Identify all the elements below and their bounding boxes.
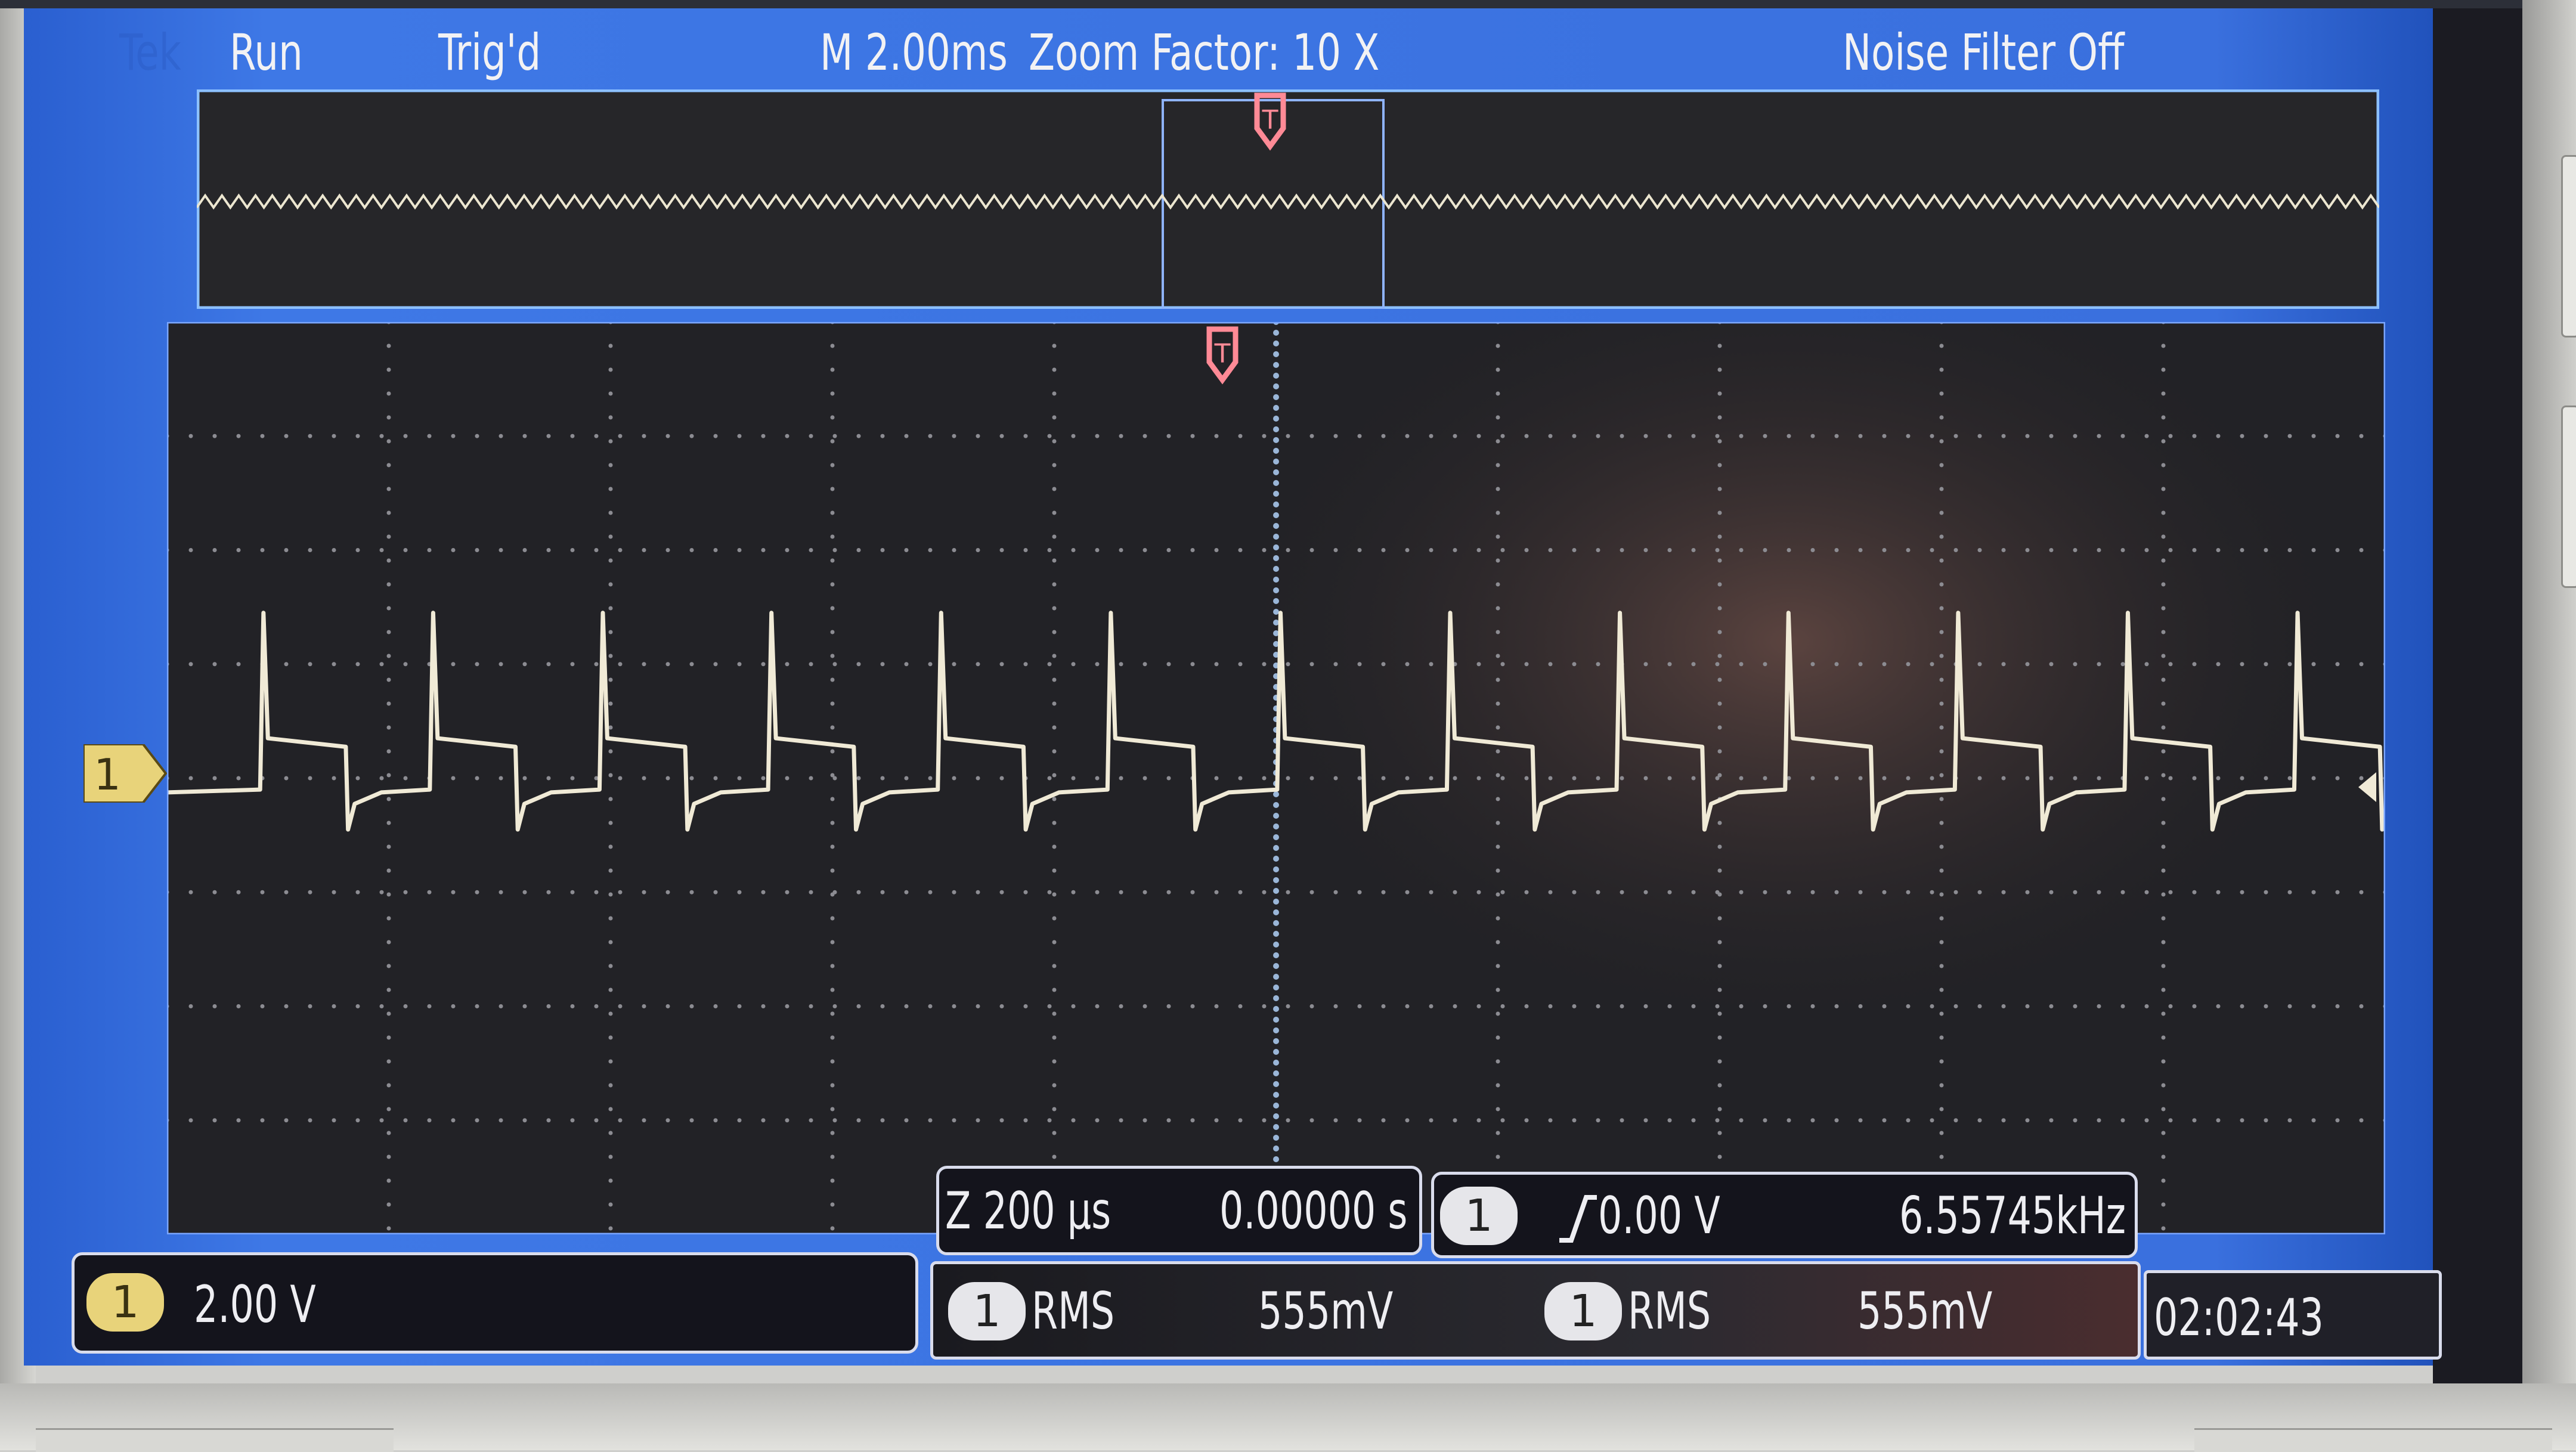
bezel-notch bbox=[36, 1428, 394, 1452]
svg-text:T: T bbox=[1214, 339, 1231, 369]
channel1-badge: 1 bbox=[86, 1273, 164, 1332]
measurement-type: RMS bbox=[1628, 1281, 1711, 1341]
zoom-factor: Zoom Factor: 10 X bbox=[1029, 23, 1380, 82]
measurement-source-badge: 1 bbox=[948, 1282, 1026, 1340]
screen-edge-shadow bbox=[2433, 0, 2522, 1383]
acquisition-state: Run bbox=[230, 23, 303, 82]
svg-text:T: T bbox=[1262, 105, 1278, 135]
channel1-scale-panel[interactable]: 1 2.00 V bbox=[72, 1252, 918, 1354]
scope-bezel-top bbox=[0, 0, 2576, 8]
svg-text:1: 1 bbox=[94, 750, 121, 800]
trigger-frequency: 6.55745kHz bbox=[1899, 1186, 2126, 1246]
rising-edge-icon bbox=[1559, 1195, 1597, 1243]
brand-logo: Tek bbox=[119, 23, 181, 82]
measurement-value: 555mV bbox=[1857, 1281, 1993, 1341]
timebase-readout: M 2.00ms bbox=[820, 23, 1008, 82]
channel1-volts-per-div: 2.00 V bbox=[194, 1275, 316, 1335]
zoom-position: 0.00000 s bbox=[1219, 1181, 1408, 1241]
measurement-type: RMS bbox=[1032, 1281, 1115, 1341]
side-button[interactable] bbox=[2561, 405, 2576, 588]
trigger-readout[interactable]: 1 0.00 V 6.55745kHz bbox=[1431, 1172, 2138, 1258]
waveform-display: T bbox=[167, 322, 2385, 1234]
measurement-value: 555mV bbox=[1258, 1281, 1394, 1341]
trigger-source-badge: 1 bbox=[1440, 1187, 1518, 1245]
zoom-horizontal-readout[interactable]: Z 200 µs 0.00000 s bbox=[936, 1166, 1422, 1255]
noise-filter-status: Noise Filter Off bbox=[1843, 23, 2125, 82]
side-button[interactable] bbox=[2561, 155, 2576, 338]
measurement-panel[interactable]: 1 RMS 555mV 1 RMS 555mV bbox=[930, 1261, 2141, 1360]
trigger-state: Trig'd bbox=[438, 23, 541, 82]
channel1-ground-marker[interactable]: 1 bbox=[83, 744, 167, 803]
trigger-level: 0.00 V bbox=[1598, 1186, 1720, 1246]
bezel-notch bbox=[2194, 1428, 2552, 1452]
clock-panel: 02:02:43 bbox=[2144, 1270, 2442, 1360]
zoom-overview-window: T bbox=[197, 89, 2379, 309]
zoom-time-per-div: Z 200 µs bbox=[945, 1181, 1111, 1241]
measurement-source-badge: 1 bbox=[1544, 1282, 1622, 1340]
clock-time: 02:02:43 bbox=[2154, 1288, 2324, 1348]
